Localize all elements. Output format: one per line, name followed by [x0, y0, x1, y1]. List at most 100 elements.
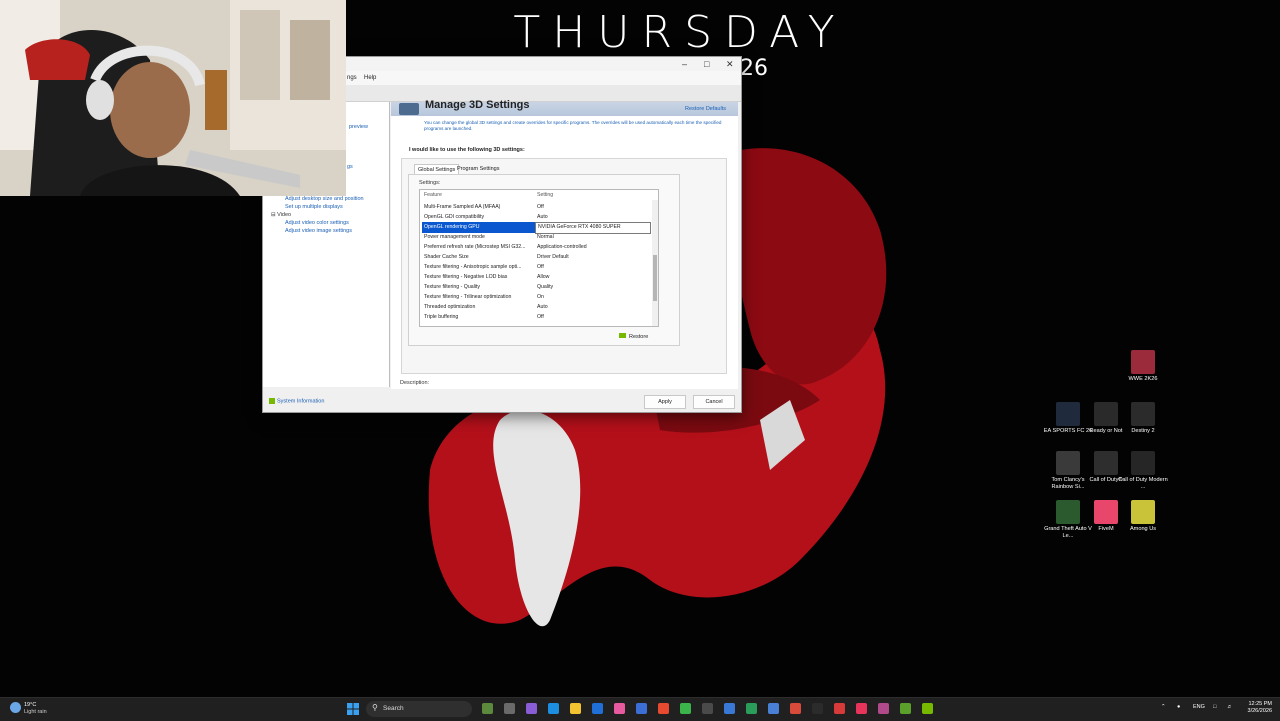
tree-item-fragment[interactable]: gs: [347, 164, 353, 170]
setting-value: Off: [537, 314, 544, 320]
tree-item-preview[interactable]: preview: [349, 124, 368, 130]
grid-scrollbar[interactable]: [652, 200, 658, 326]
taskbar-app-icon[interactable]: [636, 703, 647, 714]
taskbar-app-icon[interactable]: [900, 703, 911, 714]
tree-item-video-image[interactable]: Adjust video image settings: [285, 228, 352, 234]
scroll-thumb[interactable]: [653, 255, 657, 301]
day-number: 26: [740, 56, 768, 81]
desktop-icon[interactable]: WWE 2K26: [1118, 350, 1168, 383]
setting-value: Off: [537, 264, 544, 270]
settings-row[interactable]: Preferred refresh rate (Microstep MSI G3…: [420, 242, 652, 252]
system-information-label: System Information: [277, 398, 325, 405]
taskbar-app-icon[interactable]: [812, 703, 823, 714]
language-indicator[interactable]: ENG: [1193, 704, 1205, 710]
app-icon: [1094, 500, 1118, 524]
setting-value: Normal: [537, 234, 554, 240]
app-icon: [1094, 402, 1118, 426]
menu-settings[interactable]: ngs: [347, 75, 357, 81]
microphone-icon[interactable]: ●: [1177, 704, 1180, 710]
cancel-button[interactable]: Cancel: [693, 395, 735, 409]
setting-feature: Multi-Frame Sampled AA (MFAA): [424, 204, 501, 210]
app-icon: [1094, 451, 1118, 475]
settings-row[interactable]: OpenGL GDI compatibility Auto: [420, 212, 652, 222]
settings-row[interactable]: OpenGL rendering GPU NVIDIA GeForce RTX 4…: [420, 222, 652, 234]
windows-start-icon[interactable]: [347, 703, 359, 715]
apply-button[interactable]: Apply: [644, 395, 686, 409]
taskbar-search[interactable]: ⚲ Search: [366, 701, 472, 717]
taskbar-app-icon[interactable]: [922, 703, 933, 714]
settings-row[interactable]: Texture filtering - Negative LOD bias All…: [420, 272, 652, 282]
taskbar-app-icon[interactable]: [614, 703, 625, 714]
desktop-icon-label: Call of Duty Modern ...: [1118, 477, 1168, 490]
minimize-icon[interactable]: –: [682, 59, 687, 69]
taskbar-app-icon[interactable]: [746, 703, 757, 714]
system-information-link[interactable]: System Information: [269, 398, 324, 404]
setting-feature: Texture filtering - Anisotropic sample o…: [424, 264, 522, 270]
restore-icon: [619, 333, 626, 338]
taskbar-app-icon[interactable]: [768, 703, 779, 714]
chevron-up-icon[interactable]: ⌃: [1161, 704, 1166, 710]
app-icon: [1056, 451, 1080, 475]
settings-row[interactable]: Power management mode Normal: [420, 232, 652, 242]
desktop-icon-label: Destiny 2: [1131, 428, 1155, 434]
app-icon: [1131, 451, 1155, 475]
tree-item-video-color[interactable]: Adjust video color settings: [285, 220, 349, 226]
page-header: Manage 3D Settings Restore Defaults: [391, 99, 738, 116]
settings-row[interactable]: Threaded optimization Auto: [420, 302, 652, 312]
taskbar-app-icon[interactable]: [592, 703, 603, 714]
setting-value: Auto: [537, 304, 548, 310]
volume-icon[interactable]: ♬: [1227, 704, 1233, 710]
tree-item-desktop-size[interactable]: Adjust desktop size and position: [285, 196, 364, 202]
maximize-icon[interactable]: □: [704, 59, 709, 69]
app-icon: [1056, 500, 1080, 524]
desktop-icon-label: WWE 2K26: [1128, 376, 1158, 382]
restore-defaults-link[interactable]: Restore Defaults: [685, 106, 726, 112]
taskbar-app-icon[interactable]: [856, 703, 867, 714]
setting-value: Driver Default: [537, 254, 569, 260]
tab-program-settings[interactable]: Program Settings: [454, 164, 503, 174]
settings-grid[interactable]: Feature Setting Multi-Frame Sampled AA (…: [419, 189, 659, 327]
settings-row[interactable]: Texture filtering - Anisotropic sample o…: [420, 262, 652, 272]
desktop-icon[interactable]: Among Us: [1118, 500, 1168, 533]
taskbar-app-icon[interactable]: [548, 703, 559, 714]
settings-row[interactable]: Multi-Frame Sampled AA (MFAA) Off: [420, 202, 652, 212]
taskbar-app-icon[interactable]: [790, 703, 801, 714]
day-widget: THURSDAY 26: [510, 7, 850, 82]
taskbar-app-icon[interactable]: [658, 703, 669, 714]
search-label: Search: [383, 705, 404, 712]
app-icon: [1131, 402, 1155, 426]
restore-button[interactable]: Restore: [619, 333, 648, 340]
taskbar-app-icon[interactable]: [724, 703, 735, 714]
taskbar-app-icon[interactable]: [526, 703, 537, 714]
desktop-icon-label: Among Us: [1129, 526, 1157, 532]
tree-item-multiple-displays[interactable]: Set up multiple displays: [285, 204, 343, 210]
header-feature: Feature: [424, 192, 442, 198]
bottom-bar: System Information Apply Cancel: [263, 392, 741, 412]
taskbar-app-icon[interactable]: [504, 703, 515, 714]
settings-row[interactable]: Texture filtering - Quality Quality: [420, 282, 652, 292]
close-icon[interactable]: ✕: [726, 59, 734, 70]
settings-row[interactable]: Triple buffering Off: [420, 312, 652, 322]
taskbar-app-icon[interactable]: [680, 703, 691, 714]
taskbar-clock[interactable]: 12:25 PM 3/26/2026: [1240, 701, 1272, 715]
settings-lead-text: I would like to use the following 3D set…: [409, 147, 525, 153]
taskbar-app-icon[interactable]: [834, 703, 845, 714]
day-name: THURSDAY: [513, 7, 847, 58]
taskbar-app-icon[interactable]: [878, 703, 889, 714]
grid-header: Feature Setting: [420, 190, 658, 200]
taskbar-app-icon[interactable]: [702, 703, 713, 714]
desktop-icon[interactable]: Destiny 2: [1118, 402, 1168, 435]
desktop-icon[interactable]: Call of Duty Modern ...: [1118, 451, 1168, 490]
menu-help[interactable]: Help: [364, 75, 376, 81]
tree-category-video-label: Video: [277, 212, 292, 218]
network-icon[interactable]: □: [1213, 704, 1216, 710]
taskbar-app-icon[interactable]: [482, 703, 493, 714]
settings-row[interactable]: Shader Cache Size Driver Default: [420, 252, 652, 262]
taskbar-app-icon[interactable]: [570, 703, 581, 714]
settings-label: Settings:: [419, 180, 441, 186]
description-label: Description:: [400, 380, 430, 386]
weather-condition: Light rain: [24, 709, 47, 715]
setting-feature: Preferred refresh rate (Microstep MSI G3…: [424, 244, 526, 250]
tree-category-video[interactable]: ⊟ Video: [271, 212, 291, 218]
settings-row[interactable]: Texture filtering - Trilinear optimizati…: [420, 292, 652, 302]
